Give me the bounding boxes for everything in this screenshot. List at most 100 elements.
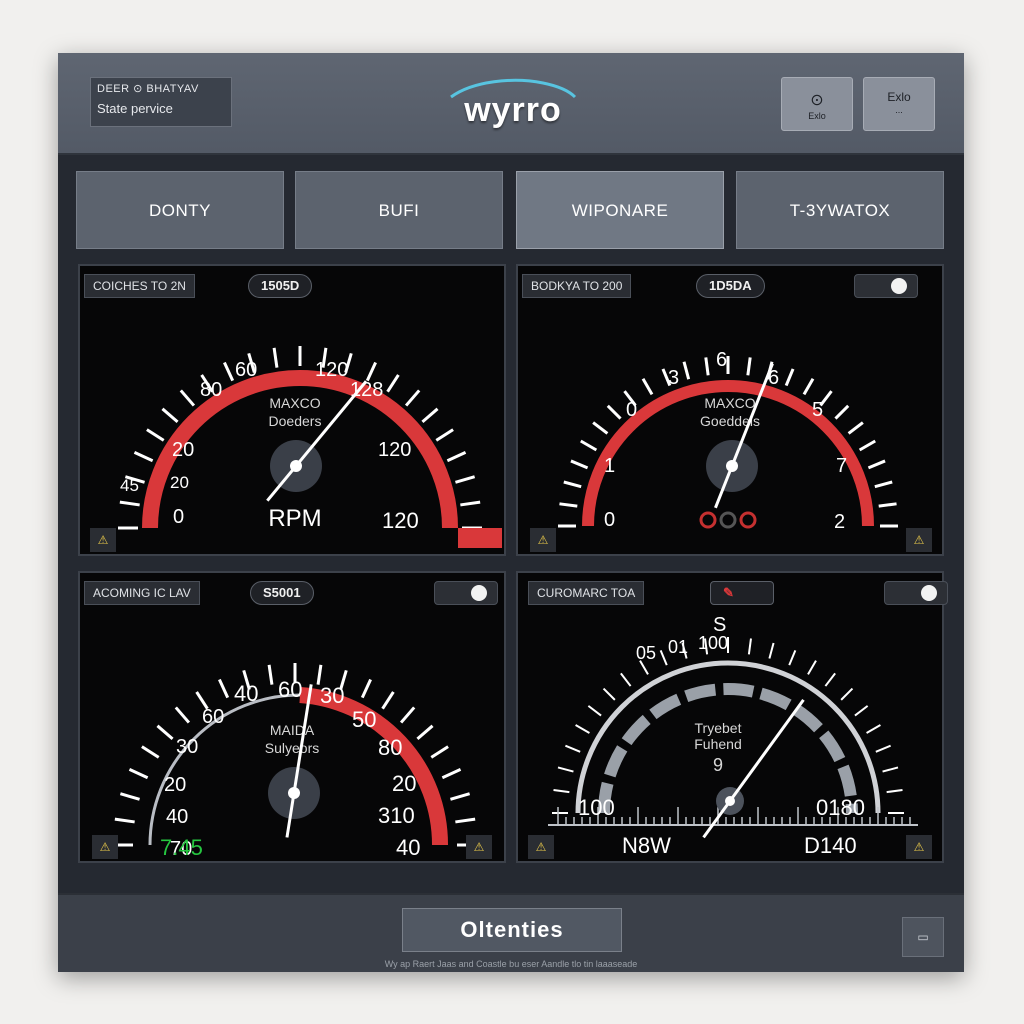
tick-mark <box>455 475 476 484</box>
tick-mark <box>606 404 622 420</box>
fuel-gauge: S 05 01 100 100 0180 N8W D140 Tryebet Fu… <box>548 614 918 858</box>
tick-mark <box>874 480 893 489</box>
tick-mark <box>875 744 891 753</box>
status-box: DEER ⊙ BHATYAV State pervice <box>90 77 232 127</box>
footer-bar: Oltenties ▭ Wy ap Raert Jaas and Coastle… <box>58 893 964 972</box>
gauge-title: MAXCO <box>269 395 320 411</box>
pressure-gauge: 70 40 20 30 60 40 60 30 50 80 20 310 40 … <box>113 663 477 860</box>
status-line-2: State pervice <box>97 101 173 116</box>
right-warning-icon: ⚠ <box>906 835 932 859</box>
tick-mark <box>114 817 135 824</box>
tick-label: 40 <box>166 806 188 828</box>
right-warning-icon: ⚠ <box>906 528 932 552</box>
tab-wiponare[interactable]: WIPONARE <box>516 171 724 249</box>
tick-mark <box>570 459 589 470</box>
tick-mark <box>854 705 869 717</box>
tick-label: 30 <box>176 736 198 758</box>
camera-button[interactable]: ⊙ Exlo <box>781 77 853 131</box>
tick-label: 0 <box>173 506 184 528</box>
tick-mark <box>119 500 140 507</box>
tick-mark <box>435 428 454 442</box>
tick-mark <box>316 664 323 685</box>
tick-label: 6 <box>716 349 727 371</box>
tick-mark <box>834 404 850 420</box>
tick-label: 01 <box>668 637 688 657</box>
tick-mark <box>659 650 668 666</box>
needle-cap <box>288 787 300 799</box>
tick-mark <box>386 374 400 393</box>
exit-button[interactable]: Exlo ... <box>863 77 935 131</box>
tick-mark <box>133 451 154 463</box>
tick-mark <box>141 745 160 759</box>
tick-label: 0 <box>626 399 637 421</box>
indicator-light <box>719 511 737 529</box>
tick-label: 20 <box>164 774 186 796</box>
tick-mark <box>602 687 616 701</box>
tab-bufi[interactable]: BUFI <box>295 171 503 249</box>
digital-readout: 7.45 <box>160 835 203 860</box>
gauge-subtitle: Fuhend <box>694 736 741 752</box>
logo-text: wyrro <box>464 91 562 129</box>
gauge-subtitle: Doeders <box>269 413 322 429</box>
tick-mark <box>430 745 449 759</box>
header-bar: DEER ⊙ BHATYAV State pervice wyrro ⊙ Exl… <box>58 53 964 155</box>
tab-t3ywatox[interactable]: T-3YWATOX <box>736 171 944 249</box>
tick-mark <box>886 789 903 794</box>
tick-mark <box>441 768 462 780</box>
tick-mark <box>218 678 230 699</box>
tick-label: 0180 <box>816 795 865 820</box>
tick-label: 30 <box>320 683 344 708</box>
gauge-title: MAIDA <box>270 722 315 738</box>
menu-icon[interactable]: ▭ <box>902 917 944 957</box>
left-warning-icon: ⚠ <box>530 528 556 552</box>
options-button[interactable]: Oltenties <box>402 908 622 952</box>
tick-mark <box>223 361 235 382</box>
tick-mark <box>878 502 897 508</box>
tick-mark <box>399 706 416 724</box>
status-line-1: DEER ⊙ BHATYAV <box>97 83 199 95</box>
tick-mark <box>858 439 876 452</box>
tick-label: 60 <box>202 706 224 728</box>
gauge-panel-speed: BODKYA TO 200 1D5DA 0 1 0 3 6 6 5 7 2 MA… <box>516 264 944 556</box>
tick-mark <box>867 459 886 470</box>
tick-mark <box>575 724 590 734</box>
needle-cap <box>726 460 738 472</box>
tick-mark <box>866 724 881 734</box>
tick-label: 100 <box>578 795 615 820</box>
rpm-gauge: 0 45 20 20 80 60 120 128 120 120 MAXCO D… <box>118 346 502 548</box>
tick-mark <box>682 361 691 380</box>
tick-mark <box>768 642 775 659</box>
tick-label: 05 <box>636 643 656 663</box>
gauge-title: Tryebet <box>695 720 742 736</box>
indicator-light <box>699 511 717 529</box>
tick-mark <box>641 378 654 396</box>
tick-label: 20 <box>392 771 416 796</box>
tick-mark <box>565 744 581 753</box>
camera-icon: ⊙ <box>810 92 824 109</box>
tick-mark <box>802 378 815 396</box>
gauge-unit: RPM <box>268 505 321 532</box>
tick-mark <box>840 687 854 701</box>
tick-label: 40 <box>396 835 420 860</box>
tick-label: 5 <box>812 399 823 421</box>
tick-mark <box>620 672 632 687</box>
tick-mark <box>553 789 570 794</box>
tick-label: 7 <box>836 455 847 477</box>
tab-donty[interactable]: DONTY <box>76 171 284 249</box>
tick-mark <box>788 650 797 666</box>
gauge-panel-rpm: COICHES TO 2N 1505D 0 45 20 20 80 60 120… <box>78 264 506 556</box>
tick-label: 1 <box>604 455 615 477</box>
tick-mark <box>807 660 817 675</box>
tick-label: 50 <box>352 707 376 732</box>
tick-label: 120 <box>315 359 348 381</box>
tick-label: 20 <box>172 439 194 461</box>
tick-mark <box>580 439 598 452</box>
tick-mark <box>559 502 578 508</box>
tick-mark <box>784 368 795 387</box>
tick-label: 120 <box>378 439 411 461</box>
left-warning-icon: ⚠ <box>90 528 116 552</box>
tick-label: 3 <box>668 367 679 389</box>
needle-cap <box>290 460 302 472</box>
brand-logo: wyrro <box>428 77 598 137</box>
tick-label: 0 <box>604 509 615 531</box>
